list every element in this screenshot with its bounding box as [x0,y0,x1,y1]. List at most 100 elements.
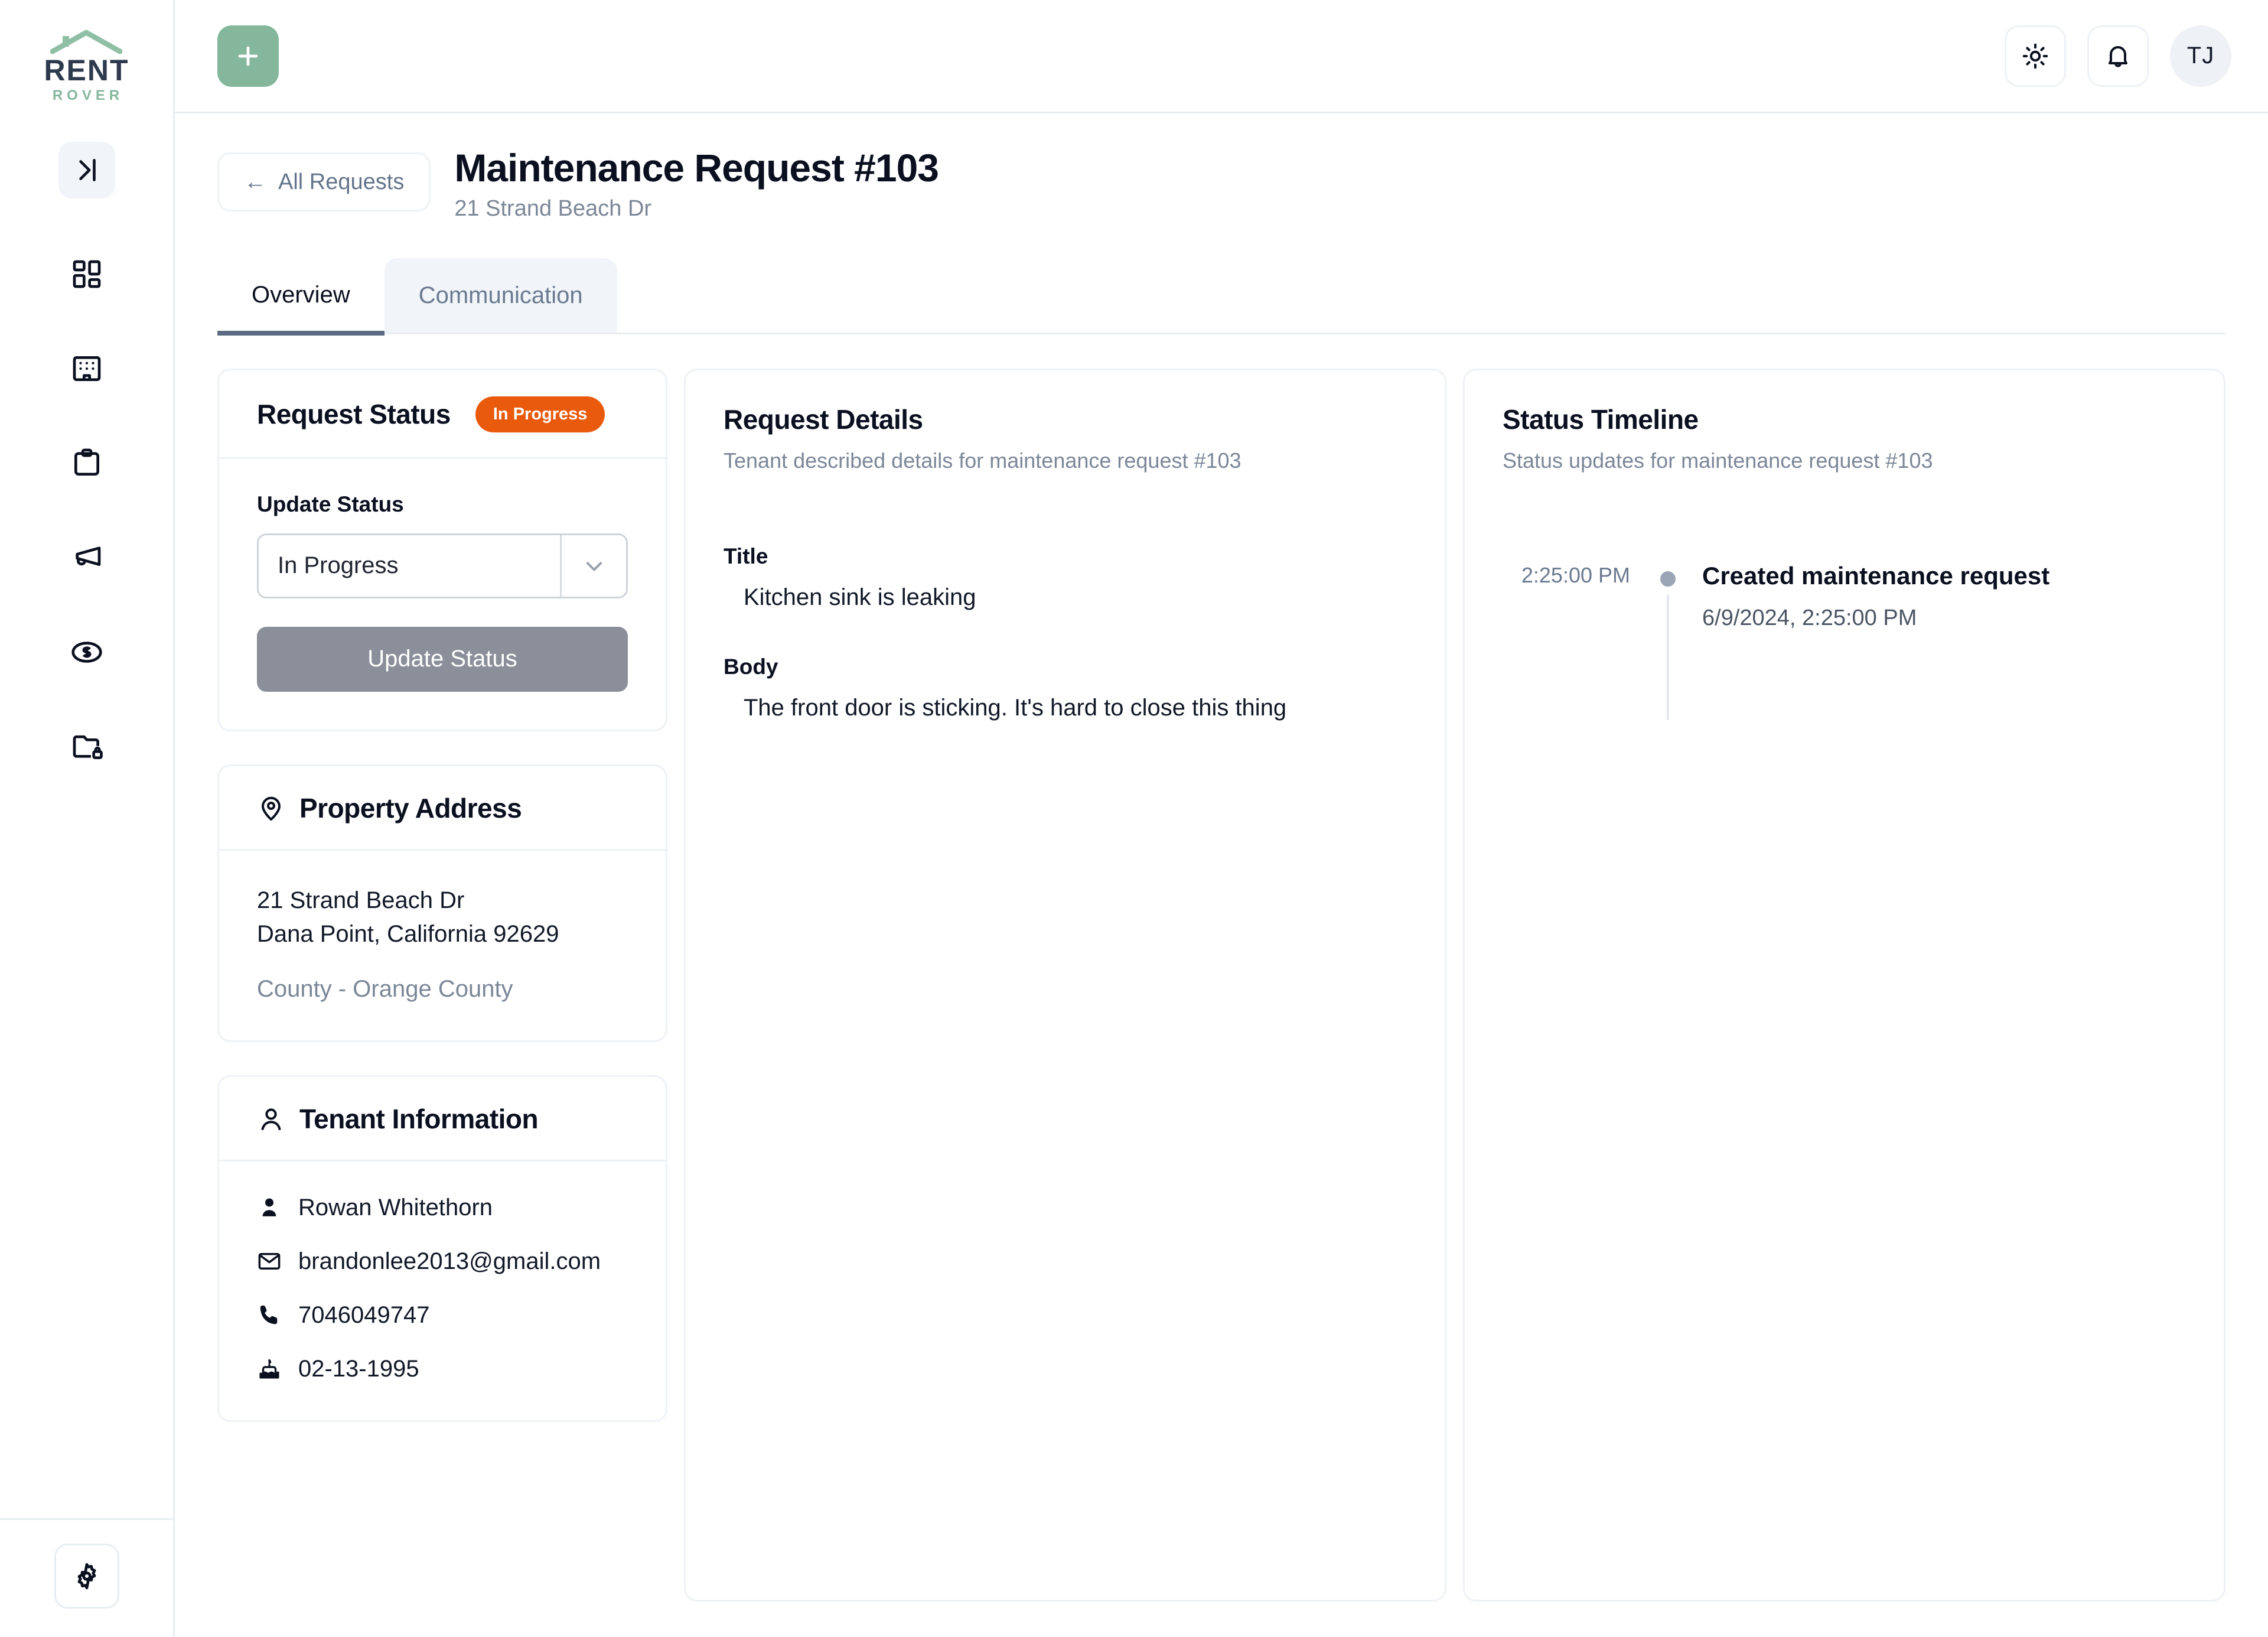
tab-overview[interactable]: Overview [217,258,384,336]
bell-icon [2109,45,2127,67]
sidebar-item-documents[interactable] [51,699,122,794]
request-status-card: Request Status In Progress Update Status… [217,368,667,731]
request-status-card-header: Request Status In Progress [219,370,666,459]
tenant-name-row: Rowan Whitethorn [257,1195,628,1221]
request-status-title: Request Status [257,399,451,430]
page-header: ← All Requests Maintenance Request #103 … [217,113,2225,222]
notifications-button[interactable] [2087,25,2149,87]
timeline-connector [1667,594,1669,720]
update-status-label: Update Status [257,492,404,516]
middle-column: Request Details Tenant described details… [684,368,1446,1602]
status-select[interactable]: In Progress [257,533,628,598]
tenant-information-card-header: Tenant Information [219,1077,666,1161]
sidebar-footer [0,1518,173,1637]
birthday-cake-icon [259,1359,279,1379]
request-details-title: Request Details [724,403,923,435]
topbar-actions: TJ [2005,25,2231,87]
sun-icon [2022,43,2048,69]
tenant-phone-row: 7046049747 [257,1302,628,1329]
request-details-card-body: Request Details Tenant described details… [686,370,1445,759]
add-button[interactable] [217,25,279,87]
sidebar-item-announcements[interactable] [51,510,122,605]
request-body-label: Body [724,654,778,679]
main-area: TJ ← All Requests Maintenance Request #1… [175,0,2268,1637]
user-outline-icon [261,1108,281,1130]
tenant-birthday: 02-13-1995 [298,1355,419,1382]
chevron-down-icon [560,535,626,597]
envelope-icon [258,1253,281,1270]
tenant-name: Rowan Whitethorn [298,1194,493,1221]
page-title: Maintenance Request #103 [454,146,939,190]
theme-toggle-button[interactable] [2005,25,2066,87]
brand-name-bottom: ROVER [52,87,124,103]
back-arrow-icon: ← [244,169,266,194]
sidebar-item-properties[interactable] [51,321,122,416]
tenant-birthday-row: 02-13-1995 [257,1356,628,1382]
status-timeline-card-body: Status Timeline Status updates for maint… [1465,370,2224,758]
settings-button[interactable] [54,1544,119,1609]
app-root: RENT ROVER TJ ← All Requests Maintenance… [0,0,2268,1637]
map-pin-icon [262,796,281,821]
dollar-coin-icon [71,642,102,663]
timeline-content: Created maintenance request 6/9/2024, 2:… [1686,562,2049,720]
request-title-label: Title [724,544,768,568]
property-address-card-header: Property Address [219,766,666,851]
sidebar-nav [51,227,122,794]
clipboard-icon [74,448,99,476]
person-icon [262,1198,276,1216]
tenant-email: brandonlee2013@gmail.com [298,1248,601,1274]
back-button-label: All Requests [278,169,405,194]
plus-icon [238,46,258,66]
collapse-sidebar-button[interactable] [58,142,115,198]
tenant-phone: 7046049747 [298,1301,430,1328]
status-timeline-title: Status Timeline [1503,403,1699,435]
tenant-information-card: Tenant Information Rowan Whitethorn bran… [217,1075,667,1422]
property-address-card: Property Address 21 Strand Beach Dr Dana… [217,764,667,1042]
content-columns: Request Status In Progress Update Status… [217,334,2225,1637]
gear-icon [77,1563,96,1590]
tabs: Overview Communication [217,258,2225,336]
timeline-dot-icon [1660,571,1676,587]
tenant-information-card-body: Rowan Whitethorn brandonlee2013@gmail.co… [219,1161,666,1420]
status-select-value: In Progress [278,552,399,579]
building-icon [73,356,100,381]
page-content: ← All Requests Maintenance Request #103 … [175,113,2268,1637]
timeline-rail [1650,562,1686,720]
tab-communication[interactable]: Communication [384,258,617,333]
timeline-event-title: Created maintenance request [1702,561,2050,590]
property-address-card-body: 21 Strand Beach Dr Dana Point, Californi… [219,851,666,1040]
update-status-button[interactable]: Update Status [257,626,628,692]
sidebar-item-payments[interactable] [51,605,122,699]
request-status-card-body: Update Status In Progress Update Status [219,459,666,730]
back-to-all-requests-button[interactable]: ← All Requests [217,152,431,211]
status-timeline-card: Status Timeline Status updates for maint… [1463,368,2225,1602]
avatar[interactable]: TJ [2170,25,2231,87]
address-county: County - Orange County [257,975,513,1002]
left-column: Request Status In Progress Update Status… [217,368,667,1602]
tenant-email-row: brandonlee2013@gmail.com [257,1248,628,1275]
request-details-card: Request Details Tenant described details… [684,368,1446,1602]
page-title-block: Maintenance Request #103 21 Strand Beach… [454,146,939,222]
page-subtitle: 21 Strand Beach Dr [454,196,652,221]
request-details-subtitle: Tenant described details for maintenance… [724,448,1241,473]
megaphone-icon [75,546,100,566]
house-roof-icon [50,30,123,54]
topbar: TJ [175,0,2268,113]
timeline-item: 2:25:00 PM Created maintenance request 6… [1503,562,2186,720]
address-line-1: 21 Strand Beach Dr [257,887,465,913]
right-column: Status Timeline Status updates for maint… [1463,368,2225,1602]
avatar-initials: TJ [2186,43,2215,69]
request-title-value: Kitchen sink is leaking [744,584,976,610]
dashboard-grid-icon [73,260,100,288]
status-timeline-subtitle: Status updates for maintenance request #… [1503,448,1933,473]
sidebar-item-dashboard[interactable] [51,227,122,321]
brand-name-top: RENT [44,54,129,87]
brand-logo[interactable]: RENT ROVER [44,0,129,103]
sidebar-item-requests[interactable] [51,416,122,510]
timeline-time: 2:25:00 PM [1521,562,1630,587]
chevron-right-bar-icon [79,159,96,181]
request-body-value: The front door is sticking. It's hard to… [744,694,1287,721]
phone-icon [260,1305,278,1324]
